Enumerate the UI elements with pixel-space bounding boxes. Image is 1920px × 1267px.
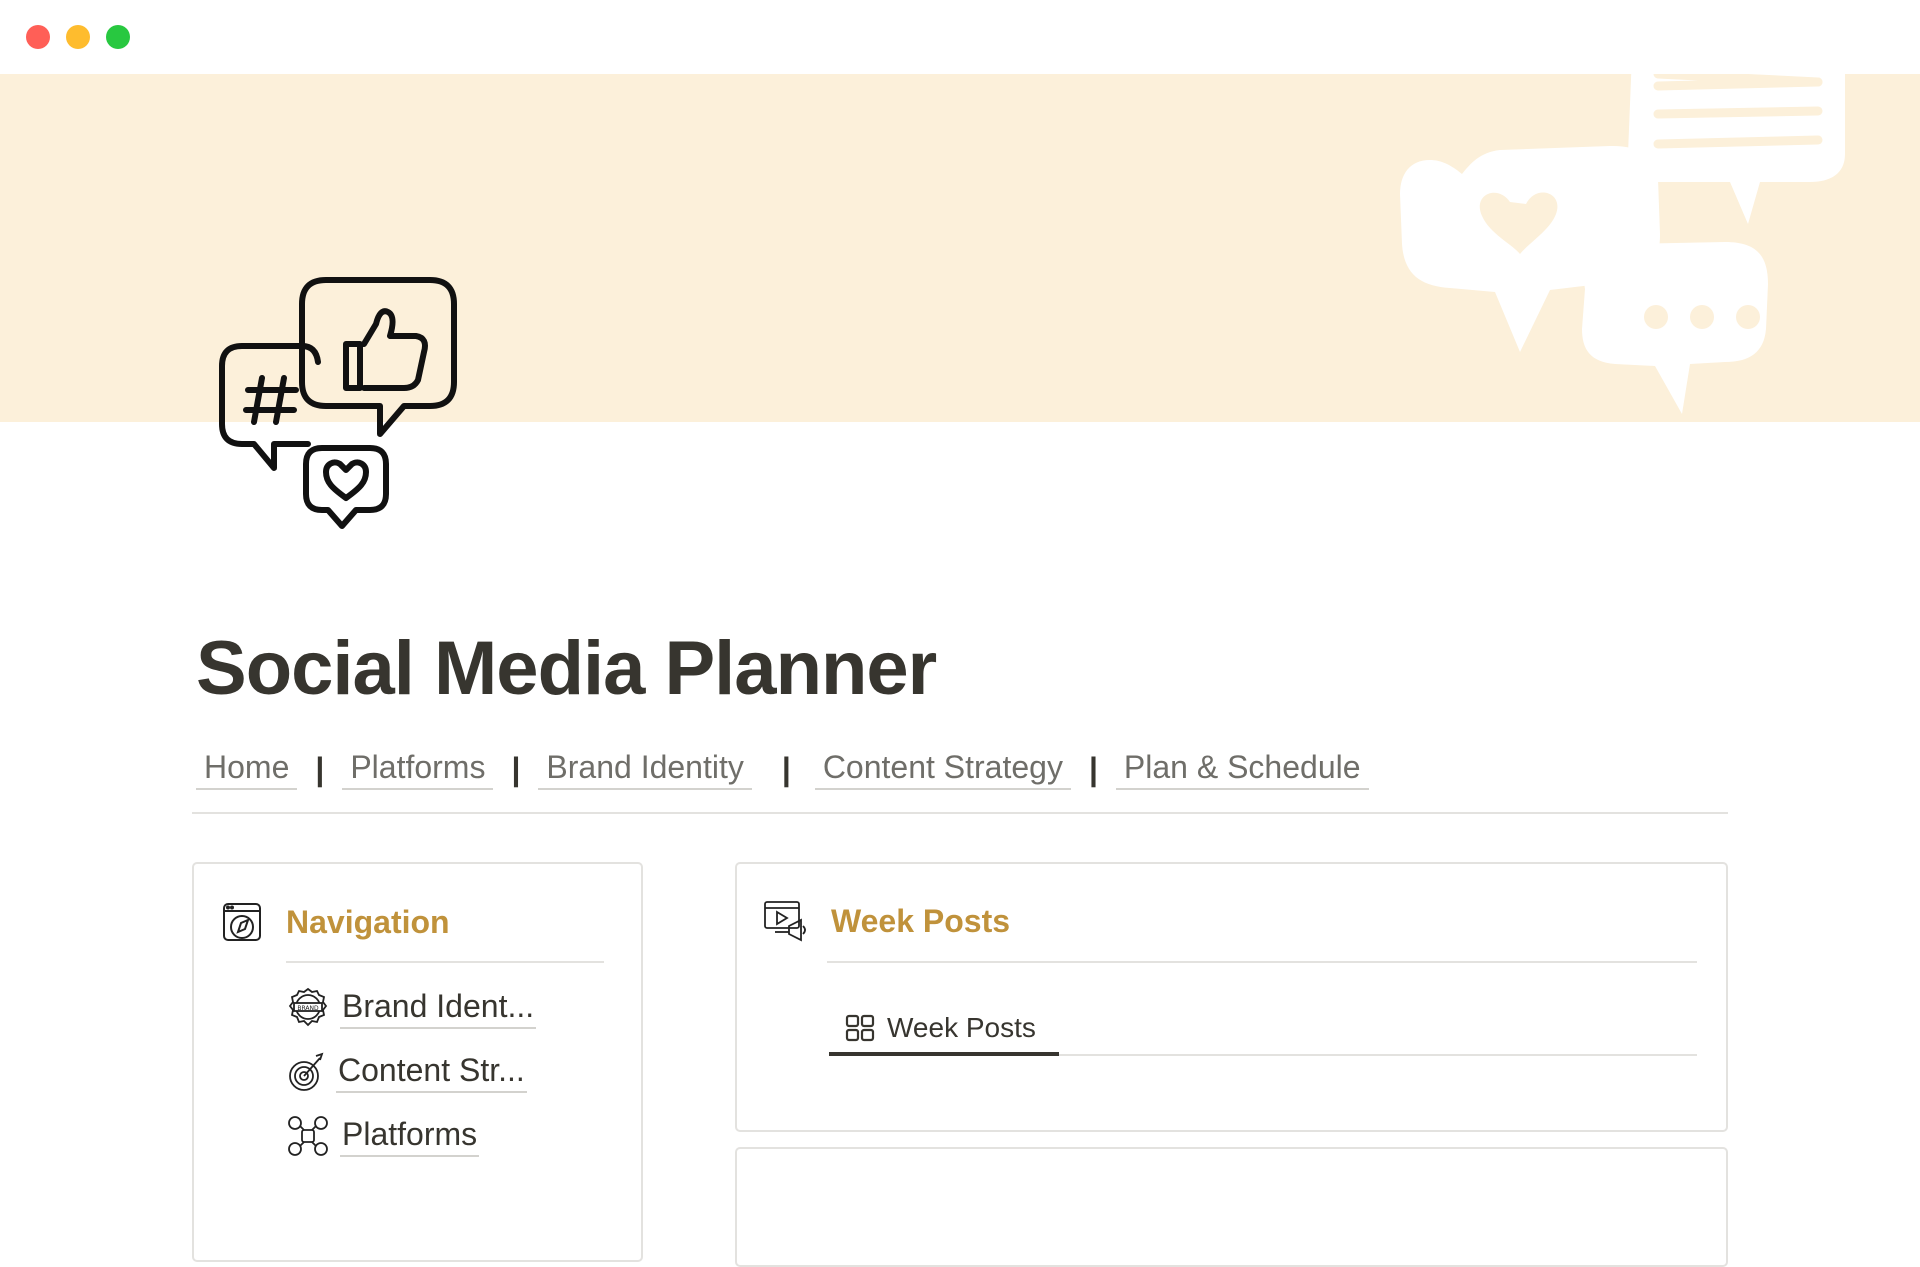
nav-link-content-strategy[interactable]: Content Strategy xyxy=(814,749,1071,790)
video-megaphone-icon xyxy=(764,901,806,942)
target-icon xyxy=(289,1052,324,1091)
nav-item-content-strategy[interactable]: Content Str... xyxy=(286,1050,527,1094)
gallery-grid-icon xyxy=(845,1014,875,1042)
next-card xyxy=(735,1147,1728,1267)
nav-link-brand-identity[interactable]: Brand Identity xyxy=(538,749,752,790)
navigation-card-header: Navigation xyxy=(222,900,450,944)
tab-week-posts[interactable]: Week Posts xyxy=(829,1000,1059,1056)
nav-separator: | xyxy=(781,750,791,787)
nav-item-label: Platforms xyxy=(340,1116,480,1157)
navigation-card: Navigation BRAND Brand Ident... Content … xyxy=(192,862,643,1262)
minimize-window-button[interactable] xyxy=(66,25,90,49)
compass-browser-icon xyxy=(223,903,261,941)
nav-link-platforms[interactable]: Platforms xyxy=(342,749,494,790)
top-nav: Home | Platforms | Brand Identity | Cont… xyxy=(196,744,1369,794)
card-rule xyxy=(827,961,1697,963)
nav-item-brand-identity[interactable]: BRAND Brand Ident... xyxy=(286,986,537,1030)
brand-badge-icon: BRAND xyxy=(288,987,328,1027)
week-posts-card-header: Week Posts xyxy=(763,898,1010,944)
nav-item-platforms[interactable]: Platforms xyxy=(286,1114,480,1158)
nav-separator: | xyxy=(1088,750,1098,787)
social-media-speech-bubbles-icon[interactable] xyxy=(218,272,458,532)
svg-text:BRAND: BRAND xyxy=(297,1005,319,1012)
nav-link-home[interactable]: Home xyxy=(196,749,298,790)
nav-item-label: Content Str... xyxy=(336,1052,527,1093)
nav-separator: | xyxy=(315,750,325,787)
platforms-network-icon xyxy=(288,1116,328,1156)
card-rule xyxy=(286,961,604,963)
section-divider xyxy=(192,812,1728,814)
nav-separator: | xyxy=(511,750,521,787)
window-titlebar xyxy=(0,0,1920,74)
maximize-window-button[interactable] xyxy=(106,25,130,49)
tab-label: Week Posts xyxy=(887,1012,1036,1043)
week-posts-card: Week Posts Week Posts xyxy=(735,862,1728,1132)
speech-bubbles-illustration xyxy=(1400,74,1845,414)
week-posts-card-title: Week Posts xyxy=(831,902,1011,939)
nav-link-plan-schedule[interactable]: Plan & Schedule xyxy=(1115,749,1369,790)
nav-item-label: Brand Ident... xyxy=(340,988,537,1029)
active-tab-indicator xyxy=(829,1052,1059,1056)
navigation-card-title: Navigation xyxy=(286,903,450,940)
close-window-button[interactable] xyxy=(26,25,50,49)
page-title[interactable]: Social Media Planner xyxy=(196,625,937,712)
